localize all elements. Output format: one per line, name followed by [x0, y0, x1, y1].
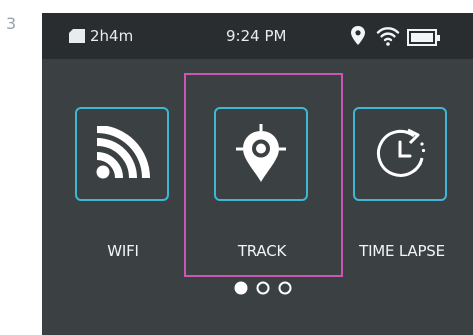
storage-remaining: 2h4m	[90, 27, 134, 45]
clock-time: 9:24 PM	[226, 27, 287, 45]
step-number: 3	[6, 14, 17, 33]
page-dot-3	[278, 281, 292, 295]
page-dot-1	[234, 281, 248, 295]
timer-icon	[376, 128, 426, 177]
device-screen: 2h4m 9:24 PM WIFI TRACK TIME LAPSE	[42, 13, 473, 335]
mode-time-lapse-tile[interactable]	[353, 107, 447, 201]
mode-wifi-tile[interactable]	[75, 107, 169, 201]
mode-wifi[interactable]	[75, 107, 175, 201]
mode-time-lapse[interactable]	[353, 107, 453, 201]
selection-highlight	[184, 73, 343, 277]
wifi-icon	[96, 126, 150, 179]
mode-wifi-label: WIFI	[107, 242, 139, 260]
mode-time-lapse-label: TIME LAPSE	[359, 242, 445, 260]
page-dot-2	[256, 281, 270, 295]
battery-icon	[407, 29, 441, 52]
sd-card-icon	[68, 28, 86, 49]
location-pin-icon	[350, 25, 366, 52]
status-bar: 2h4m 9:24 PM	[42, 13, 473, 59]
wifi-signal-icon	[376, 25, 400, 52]
page-indicator[interactable]	[232, 279, 298, 302]
